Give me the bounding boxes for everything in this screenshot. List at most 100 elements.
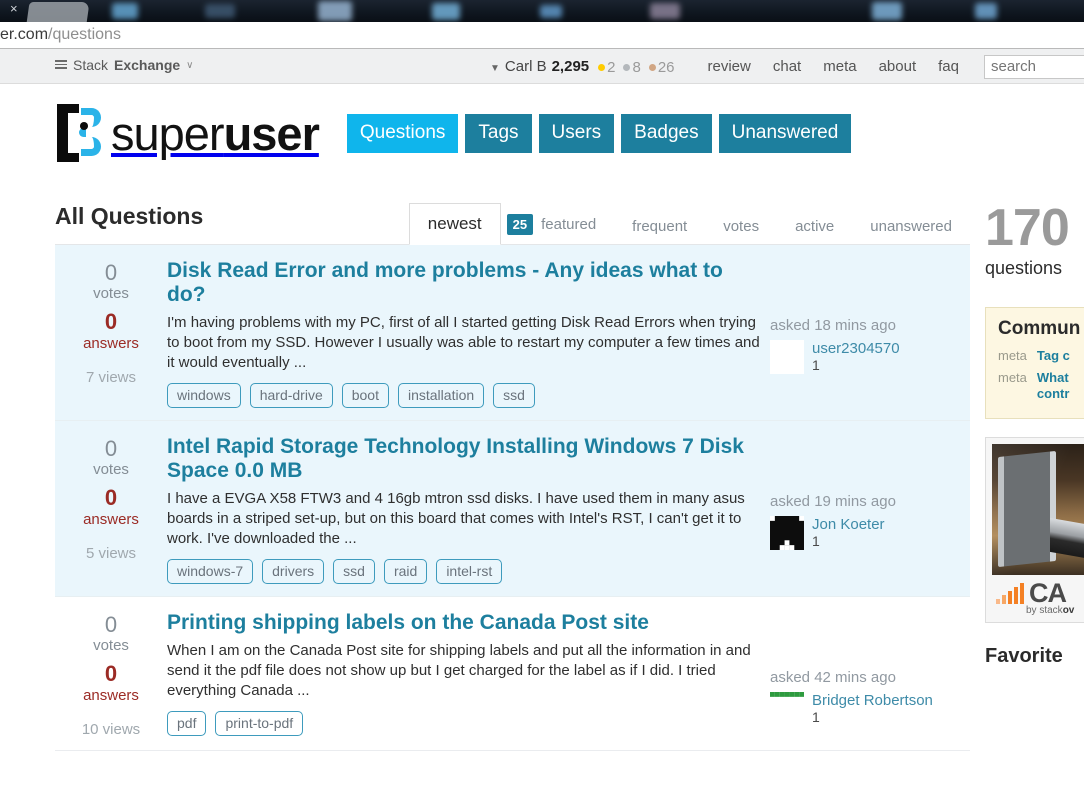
top-nav-link-review[interactable]: review: [708, 58, 751, 75]
question-tag-list: pdf print-to-pdf: [167, 711, 762, 736]
tab-featured[interactable]: featured: [541, 216, 596, 233]
tab-featured-wrap[interactable]: 25 featured: [501, 206, 615, 244]
chevron-down-icon: ∨: [186, 59, 194, 71]
stackexchange-menu[interactable]: Stack Exchange ∨: [55, 57, 193, 73]
page-body: superuser Questions Tags Users Badges Un…: [0, 84, 1084, 803]
nav-tab-badges[interactable]: Badges: [621, 113, 712, 153]
sort-tabs: newest 25 featured frequent votes active…: [408, 202, 970, 245]
user-card-text: Bridget Robertson 1: [812, 692, 933, 725]
question-tag[interactable]: hard-drive: [249, 383, 333, 408]
search-input[interactable]: [984, 54, 1084, 79]
vote-label: votes: [93, 637, 129, 654]
question-tag-list: windows hard-drive boot installation ssd: [167, 383, 762, 408]
stackexchange-label-light: Stack: [73, 57, 109, 73]
vote-count: 0: [104, 612, 118, 637]
question-row[interactable]: 0 votes 0 answers 10 views Printing ship…: [55, 597, 970, 751]
top-nav-link-about[interactable]: about: [879, 58, 917, 75]
question-tag[interactable]: windows: [167, 383, 241, 408]
site-nav: Questions Tags Users Badges Unanswered: [346, 113, 852, 153]
featured-count-badge: 25: [506, 214, 534, 235]
bulletin-item-link[interactable]: Tag c: [1037, 348, 1070, 364]
bulletin-item[interactable]: meta What contr: [998, 370, 1084, 402]
question-row[interactable]: 0 votes 0 answers 5 views Intel Rapid St…: [55, 421, 970, 597]
user-name-link[interactable]: Bridget Robertson: [812, 692, 933, 709]
nav-tab-users[interactable]: Users: [538, 113, 615, 153]
ad-laptop-photo: [992, 444, 1084, 575]
nav-tab-unanswered[interactable]: Unanswered: [718, 113, 852, 153]
tab-active[interactable]: active: [777, 210, 852, 244]
question-row[interactable]: 0 votes 0 answers 7 views Disk Read Erro…: [55, 245, 970, 421]
question-meta: asked 42 mins ago Bridget Robertson 1: [770, 611, 970, 738]
tab-close-icon[interactable]: ×: [10, 1, 18, 17]
gold-badge-count: 2: [607, 58, 616, 76]
user-card[interactable]: Bridget Robertson 1: [770, 692, 970, 726]
tab-newest[interactable]: newest: [408, 203, 501, 245]
taskbar-blur-icon: [205, 4, 235, 18]
top-nav-link-chat[interactable]: chat: [773, 58, 801, 75]
ad-subtitle-light: by stack: [1026, 605, 1063, 616]
browser-tab[interactable]: [26, 2, 90, 22]
bulletin-item-link-line2[interactable]: contr: [1037, 386, 1070, 401]
user-menu[interactable]: ▼ Carl B 2,295 2 8 26: [490, 58, 681, 76]
question-title-link[interactable]: Printing shipping labels on the Canada P…: [167, 611, 762, 635]
bulletin-item-meta: meta: [998, 370, 1027, 385]
superuser-logo[interactable]: superuser: [55, 104, 320, 162]
superuser-wordmark: superuser: [111, 106, 320, 160]
taskbar-blur-icon: [318, 1, 352, 21]
stack-icon: [55, 59, 67, 71]
silver-badge-icon: [623, 63, 631, 71]
questions-subheader: All Questions newest 25 featured frequen…: [55, 202, 970, 245]
view-count: 7 views: [85, 369, 137, 386]
question-tag[interactable]: boot: [341, 383, 389, 408]
question-tag[interactable]: raid: [383, 559, 428, 584]
question-tag[interactable]: ssd: [333, 559, 375, 584]
question-tag[interactable]: pdf: [167, 711, 207, 736]
nav-tab-questions[interactable]: Questions: [346, 113, 459, 153]
question-tag[interactable]: installation: [397, 383, 485, 408]
vote-label: votes: [93, 461, 129, 478]
url-text: er.com/questions: [0, 26, 121, 44]
user-card[interactable]: Jon Koeter 1: [770, 516, 970, 550]
logo-text-super: super: [111, 106, 225, 160]
answer-label: answers: [83, 511, 139, 528]
question-list: 0 votes 0 answers 7 views Disk Read Erro…: [55, 245, 970, 751]
top-nav-link-meta[interactable]: meta: [823, 58, 856, 75]
user-reputation: 1: [812, 357, 820, 373]
bronze-badge-icon: [648, 63, 656, 71]
question-tag-list: windows-7 drivers ssd raid intel-rst: [167, 559, 762, 584]
url-path: /questions: [48, 26, 121, 43]
bronze-badge-count: 26: [657, 58, 675, 76]
question-tag[interactable]: drivers: [262, 559, 325, 584]
user-card-text: user2304570 1: [812, 340, 900, 373]
vote-label: votes: [93, 285, 129, 302]
avatar[interactable]: [770, 340, 804, 374]
answer-count: 0: [104, 485, 118, 510]
avatar[interactable]: [770, 692, 804, 726]
top-nav-link-faq[interactable]: faq: [938, 58, 959, 75]
taskbar-blur-icon: [540, 5, 562, 18]
user-card[interactable]: user2304570 1: [770, 340, 970, 374]
browser-url-bar[interactable]: er.com/questions: [0, 22, 1084, 49]
question-title-link[interactable]: Intel Rapid Storage Technology Installin…: [167, 435, 762, 483]
avatar[interactable]: [770, 516, 804, 550]
tab-unanswered[interactable]: unanswered: [852, 210, 970, 244]
bulletin-item-link[interactable]: What: [1037, 370, 1069, 385]
question-title-link[interactable]: Disk Read Error and more problems - Any …: [167, 259, 762, 307]
question-stats: 0 votes 0 answers 7 views: [55, 259, 167, 408]
bulletin-item[interactable]: meta Tag c: [998, 348, 1084, 364]
nav-tab-tags[interactable]: Tags: [465, 113, 532, 153]
favorite-tags-title: Favorite: [985, 645, 1063, 667]
tab-frequent[interactable]: frequent: [614, 210, 705, 244]
ad-subtitle-bold: ov: [1062, 605, 1075, 616]
answer-label: answers: [83, 687, 139, 704]
sidebar-ad[interactable]: CA by stackov: [985, 437, 1084, 623]
user-name-link[interactable]: user2304570: [812, 340, 900, 357]
question-tag[interactable]: print-to-pdf: [215, 711, 304, 736]
url-host: er.com: [0, 26, 49, 43]
question-tag[interactable]: ssd: [493, 383, 535, 408]
question-tag[interactable]: windows-7: [167, 559, 254, 584]
user-name-link[interactable]: Jon Koeter: [812, 516, 885, 533]
tab-votes[interactable]: votes: [705, 210, 777, 244]
question-stats: 0 votes 0 answers 5 views: [55, 435, 167, 584]
question-tag[interactable]: intel-rst: [436, 559, 503, 584]
